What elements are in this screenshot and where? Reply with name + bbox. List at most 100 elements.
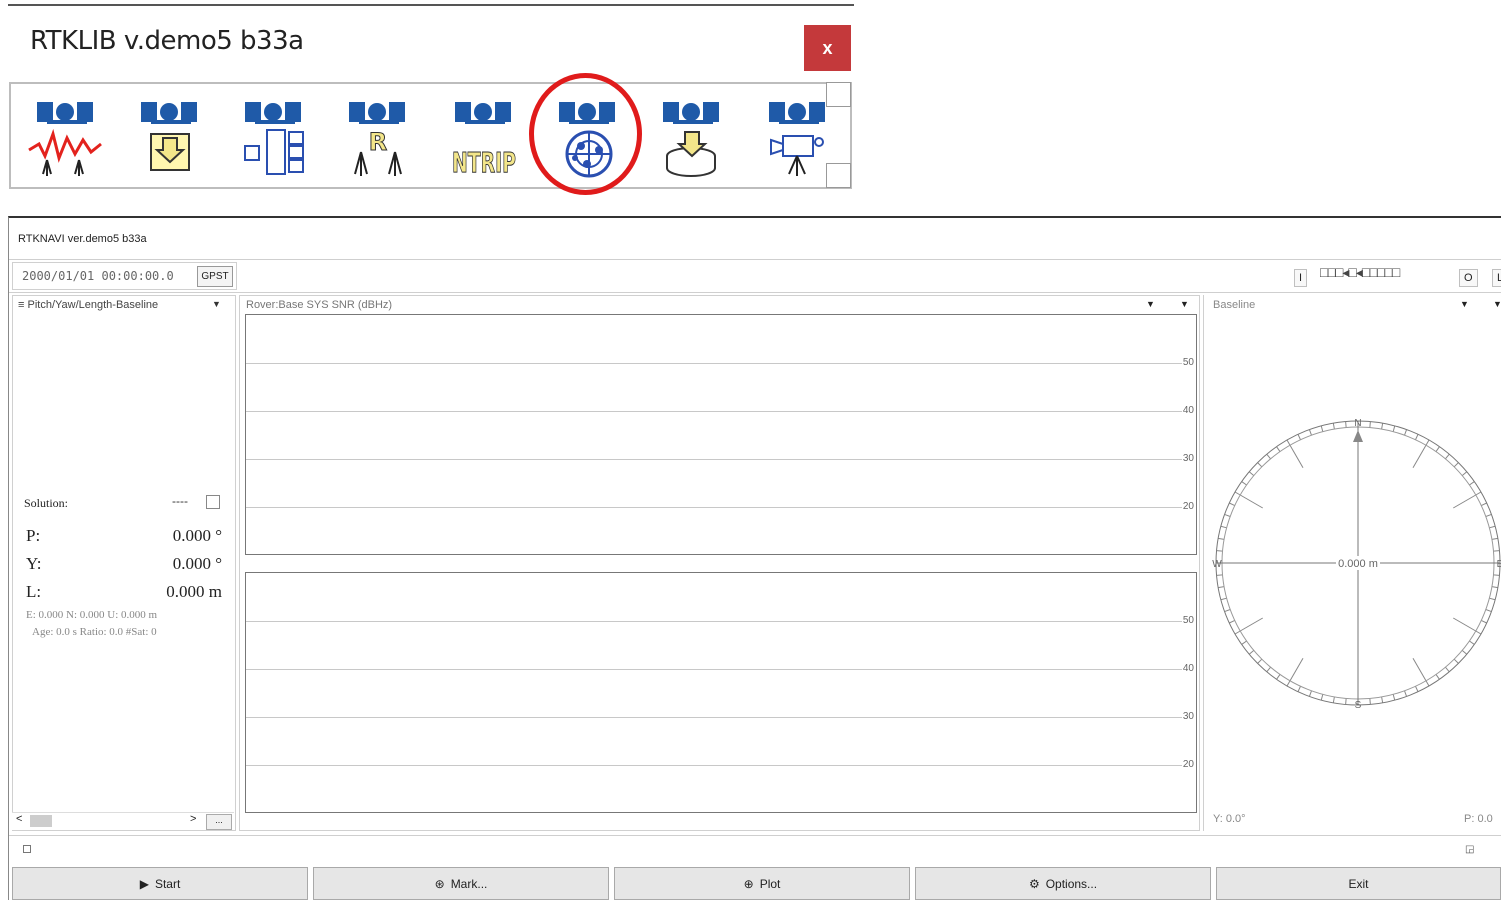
compass-tick [1392, 694, 1396, 701]
compass-tick [1453, 491, 1482, 509]
baseline-panel-title: Baseline [1213, 299, 1256, 311]
input-stream-button[interactable]: I [1294, 269, 1308, 287]
chevron-down-icon[interactable]: ▼ [1493, 299, 1501, 309]
compass-tick [1415, 434, 1419, 440]
plot-label: Plot [759, 876, 781, 891]
baseline-compass: 0.000 m N S W E [1212, 418, 1501, 711]
rtknavi-title: RTKNAVI ver.demo5 b33a [18, 233, 147, 245]
compass-tick [1453, 658, 1459, 664]
compass-tick [1224, 513, 1231, 517]
compass-tick [1381, 696, 1384, 703]
compass-tick [1469, 481, 1475, 486]
rtkpost-icon: R [349, 102, 405, 176]
svg-text:R: R [369, 128, 387, 156]
rtkget-icon [663, 102, 719, 177]
solution-status: ---- [172, 494, 188, 508]
title-separator [9, 259, 1501, 260]
compass-tick [1308, 690, 1312, 697]
compass-tick [1491, 586, 1498, 589]
compass-tick [1345, 698, 1347, 705]
rtkget-button[interactable] [651, 94, 733, 180]
rtkpost-button[interactable]: R [337, 94, 419, 180]
south-label: S [1355, 700, 1362, 711]
status-separator [9, 835, 1501, 836]
y-tick-label: 40 [1182, 663, 1194, 674]
compass-tick [1485, 609, 1492, 613]
compass-tick [1218, 586, 1225, 589]
north-label: N [1354, 418, 1361, 429]
chevron-down-icon[interactable]: ▼ [1460, 299, 1469, 309]
baseline-yaw-readout: Y: 0.0° [1213, 813, 1246, 825]
start-button[interactable]: ▶ Start [12, 867, 308, 900]
solution-mode-select[interactable]: ≡ Pitch/Yaw/Length-Baseline [18, 299, 158, 311]
output-stream-button[interactable]: O [1459, 269, 1478, 287]
launcher-toolbar: R NTRIP [9, 82, 852, 189]
options-label: Options... [1045, 876, 1098, 891]
compass-tick [1489, 525, 1496, 529]
compass-tick [1445, 666, 1450, 673]
compass-tick [1412, 439, 1430, 468]
solution-mode-label: Pitch/Yaw/Length-Baseline [27, 299, 159, 311]
compass-tick [1445, 453, 1450, 460]
compass-tick [1220, 597, 1227, 601]
rtkplot-button[interactable] [25, 94, 107, 180]
svg-text:NTRIP: NTRIP [452, 146, 516, 179]
compass-tick [1241, 640, 1247, 645]
log-stream-button[interactable]: L [1492, 269, 1501, 287]
east-label: E [1497, 559, 1501, 570]
rover-snr-plot: 50 40 30 20 [245, 314, 1197, 555]
gear-icon: ⚙ [1028, 876, 1040, 891]
rtkconv-icon [141, 102, 197, 171]
scroll-left-icon[interactable]: < [16, 813, 22, 825]
start-label: Start [154, 876, 181, 891]
compass-tick [1224, 609, 1231, 613]
strsvr-button[interactable] [233, 94, 315, 180]
gridline [246, 765, 1182, 766]
y-tick-label: 50 [1182, 615, 1194, 626]
baseline-center-value: 0.000 m [1338, 558, 1378, 570]
mark-icon: ⊛ [434, 876, 445, 891]
compass-tick [1257, 658, 1263, 664]
exit-button[interactable]: Exit [1216, 867, 1501, 900]
compass-tick [1435, 674, 1440, 680]
scroll-right-icon[interactable]: > [190, 813, 196, 825]
compass-tick [1345, 421, 1347, 428]
pitch-value: 0.000 ° [172, 526, 222, 545]
compass-tick [1404, 690, 1408, 697]
gridline [246, 411, 1182, 412]
plot-button[interactable]: ⊕ Plot [614, 867, 910, 900]
compass-tick [1435, 446, 1440, 452]
compass-tick [1320, 425, 1324, 432]
north-arrow-icon [1353, 430, 1363, 442]
rtkconv-button[interactable] [129, 94, 211, 180]
options-button[interactable]: ⚙ Options... [915, 867, 1211, 900]
panel-toggle-icon[interactable]: ◲ [1465, 844, 1474, 855]
age-ratio-readout: Age: 0.0 s Ratio: 0.0 #Sat: 0 [32, 626, 157, 638]
chevron-down-icon[interactable]: ▼ [1180, 299, 1189, 309]
ntrip-browser-icon: NTRIP [452, 102, 517, 180]
compass-tick [1248, 650, 1255, 655]
scroll-thumb[interactable] [30, 815, 52, 827]
pitch-label: P: [26, 526, 41, 545]
compass-tick [1485, 513, 1492, 517]
more-button[interactable]: ... [206, 814, 232, 830]
compass-tick [1415, 686, 1419, 692]
compass-tick [1469, 640, 1475, 645]
toolbar-scroll-down[interactable] [826, 163, 851, 188]
chevron-down-icon[interactable]: ▼ [212, 299, 221, 309]
length-value: 0.000 m [166, 582, 222, 601]
chevron-down-icon[interactable]: ▼ [1146, 299, 1155, 309]
stream-status-indicators: □□□◂□◂□□□□□ [1320, 264, 1400, 280]
mark-button[interactable]: ⊛ Mark... [313, 867, 609, 900]
close-button[interactable]: x [804, 25, 851, 71]
compass-tick [1266, 666, 1271, 673]
time-system-button[interactable]: GPST [197, 266, 233, 287]
toolbar-scroll-up[interactable] [826, 82, 851, 107]
baseline-pitch-readout: P: 0.0 [1464, 813, 1493, 825]
strsvr-icon [244, 102, 304, 175]
gridline [246, 459, 1182, 460]
compass-tick [1266, 453, 1271, 460]
ntrip-button[interactable]: NTRIP [443, 94, 525, 180]
compass-tick [1481, 620, 1487, 624]
toolbar-separator [9, 292, 1501, 293]
